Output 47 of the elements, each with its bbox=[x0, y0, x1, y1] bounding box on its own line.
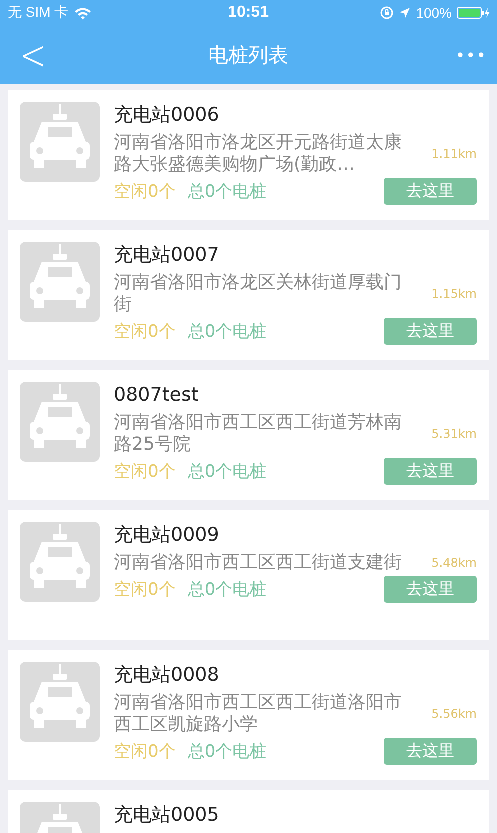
go-here-button[interactable]: 去这里 bbox=[384, 738, 477, 765]
station-address: 河南省洛阳市西工区西工街道洛阳市西工区凯旋路小学 bbox=[114, 692, 403, 736]
station-card[interactable]: 充电站0009 河南省洛阳市西工区西工街道支建街 5.48km 空闲0个 总0个电桩 去这里 bbox=[8, 510, 489, 640]
location-arrow-icon bbox=[399, 7, 412, 19]
battery-percent: 100% bbox=[416, 5, 452, 21]
status-time: 10:51 bbox=[228, 4, 269, 22]
go-here-button[interactable]: 去这里 bbox=[384, 318, 477, 345]
station-distance: 5.31km bbox=[430, 427, 477, 441]
station-distance: 5.48km bbox=[430, 556, 477, 570]
go-here-button[interactable]: 去这里 bbox=[384, 178, 477, 205]
station-address: 河南省洛阳市洛龙区关林街道厚载门街 bbox=[114, 272, 403, 316]
station-name: 充电站0005 bbox=[114, 803, 220, 828]
back-button[interactable]: < bbox=[20, 34, 47, 76]
station-address: 河南省洛阳市洛龙区开元路街道太康路大张盛德美购物广场(勤政… bbox=[114, 132, 403, 176]
free-count: 空闲0个 bbox=[114, 461, 176, 483]
free-count: 空闲0个 bbox=[114, 579, 176, 601]
station-distance: 5.56km bbox=[430, 707, 477, 721]
station-distance: 1.11km bbox=[430, 147, 477, 161]
total-count: 总0个电桩 bbox=[188, 579, 268, 601]
station-name: 充电站0008 bbox=[114, 663, 220, 688]
station-name: 0807test bbox=[114, 383, 200, 408]
more-button[interactable]: ••• bbox=[456, 46, 487, 64]
wifi-icon bbox=[74, 6, 92, 20]
station-distance: 1.15km bbox=[430, 287, 477, 301]
station-card[interactable]: 充电站0008 河南省洛阳市西工区西工街道洛阳市西工区凯旋路小学 5.56km 空闲0个 总0个电桩 去这里 bbox=[8, 650, 489, 780]
free-count: 空闲0个 bbox=[114, 741, 176, 763]
station-address: 河南省洛阳市西工区西工街道芳林南路25号院 bbox=[114, 412, 403, 456]
station-card[interactable]: 充电站0006 河南省洛阳市洛龙区开元路街道太康路大张盛德美购物广场(勤政… 1.11km 空闲0个 总0个电桩 去这里 bbox=[8, 90, 489, 220]
battery-icon bbox=[457, 6, 491, 20]
carrier-label: 无 SIM 卡 bbox=[8, 4, 69, 22]
total-count: 总0个电桩 bbox=[188, 321, 268, 343]
lock-rotation-icon bbox=[380, 6, 394, 20]
station-name: 充电站0007 bbox=[114, 243, 220, 268]
total-count: 总0个电桩 bbox=[188, 741, 268, 763]
station-name: 充电站0006 bbox=[114, 103, 220, 128]
station-card[interactable]: 充电站0005 bbox=[8, 790, 489, 833]
page-title: 电桩列表 bbox=[208, 42, 288, 68]
station-card[interactable]: 0807test 河南省洛阳市西工区西工街道芳林南路25号院 5.31km 空闲0个 总0个电桩 去这里 bbox=[8, 370, 489, 500]
station-address: 河南省洛阳市西工区西工街道支建街 bbox=[114, 552, 403, 574]
go-here-button[interactable]: 去这里 bbox=[384, 458, 477, 485]
station-card[interactable]: 充电站0007 河南省洛阳市洛龙区关林街道厚载门街 1.15km 空闲0个 总0个电桩 去这里 bbox=[8, 230, 489, 360]
total-count: 总0个电桩 bbox=[188, 181, 268, 203]
free-count: 空闲0个 bbox=[114, 181, 176, 203]
station-name: 充电站0009 bbox=[114, 523, 220, 548]
total-count: 总0个电桩 bbox=[188, 461, 268, 483]
go-here-button[interactable]: 去这里 bbox=[384, 576, 477, 603]
free-count: 空闲0个 bbox=[114, 321, 176, 343]
